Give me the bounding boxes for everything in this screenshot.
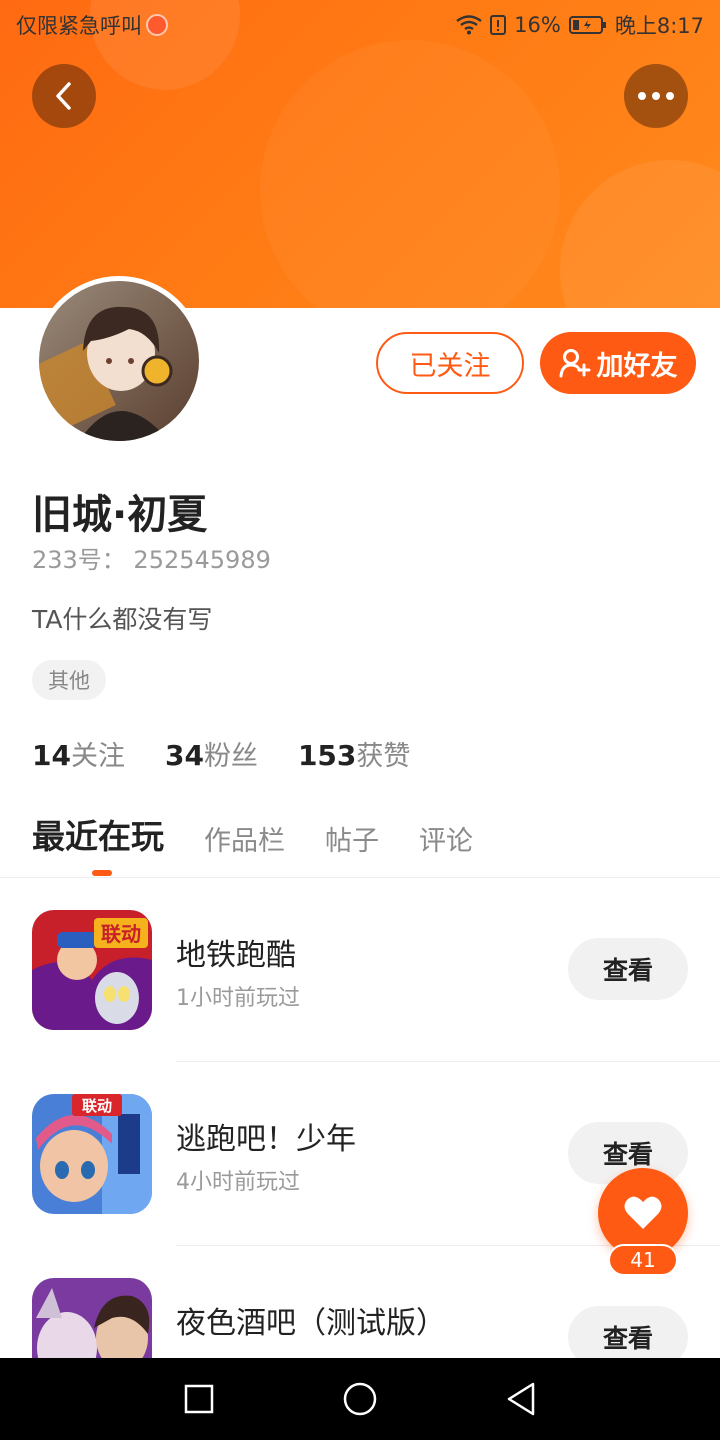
stat-label: 关注 — [70, 741, 125, 772]
carrier-text: 仅限紧急呼叫 — [16, 14, 142, 38]
game-icon-run-boy: 联动 — [32, 1094, 152, 1214]
stats-row: 14关注 34粉丝 153获赞 — [32, 734, 410, 773]
game-badge: 联动 — [101, 922, 141, 946]
avatar-image — [39, 281, 199, 441]
game-name: 逃跑吧！少年 — [176, 1122, 356, 1157]
sim-alert-icon — [490, 15, 507, 35]
clock-time: 晚上8:17 — [614, 14, 704, 38]
add-friend-label: 加好友 — [596, 350, 678, 382]
stat-following[interactable]: 14关注 — [32, 734, 125, 773]
tab-comments[interactable]: 评论 — [419, 819, 473, 868]
stat-fans[interactable]: 34粉丝 — [165, 734, 258, 773]
banner-decoration — [560, 160, 720, 308]
avatar[interactable] — [34, 276, 204, 446]
back-nav-icon[interactable] — [505, 1381, 537, 1417]
battery-percent: 16% — [514, 13, 561, 37]
game-last-played: 4小时前玩过 — [176, 1170, 300, 1195]
home-icon[interactable] — [342, 1381, 378, 1417]
stat-likes[interactable]: 153获赞 — [298, 734, 410, 773]
followed-button[interactable]: 已关注 — [376, 332, 524, 394]
tab-works[interactable]: 作品栏 — [204, 819, 285, 868]
stat-number: 153 — [297, 739, 357, 772]
more-dots-icon — [638, 92, 674, 100]
game-icon-subway-surfers: 联动 — [32, 910, 152, 1030]
recent-apps-icon[interactable] — [183, 1383, 215, 1415]
heart-icon — [624, 1196, 662, 1229]
system-nav-bar — [0, 1358, 720, 1440]
tab-recently-played[interactable]: 最近在玩 — [32, 810, 164, 876]
like-count-badge: 41 — [608, 1244, 678, 1276]
stat-number: 14 — [32, 739, 71, 772]
game-name: 地铁跑酷 — [176, 938, 296, 973]
bio-text: TA什么都没有写 — [32, 605, 213, 634]
add-friend-button[interactable]: 加好友 — [540, 332, 696, 394]
notification-icon — [146, 14, 168, 36]
game-badge: 联动 — [82, 1097, 112, 1115]
tab-active-indicator — [92, 870, 112, 876]
wifi-icon — [456, 15, 482, 35]
tab-label: 最近在玩 — [32, 817, 164, 856]
battery-icon — [568, 16, 606, 34]
game-last-played: 1小时前玩过 — [176, 986, 300, 1011]
tab-posts[interactable]: 帖子 — [325, 819, 379, 868]
add-user-icon — [559, 349, 590, 378]
username: 旧城·初夏 — [32, 492, 208, 538]
chevron-left-icon — [56, 82, 71, 110]
view-button[interactable]: 查看 — [568, 938, 688, 1000]
tab-label: 作品栏 — [204, 826, 285, 857]
status-bar: 仅限紧急呼叫 16% 晚上8:17 — [0, 0, 720, 50]
game-name: 夜色酒吧（测试版） — [176, 1306, 446, 1341]
tab-label: 评论 — [419, 826, 473, 857]
tab-label: 帖子 — [325, 826, 379, 857]
banner-decoration — [260, 40, 560, 308]
back-button[interactable] — [32, 64, 96, 128]
stat-label: 获赞 — [356, 741, 411, 772]
profile-tag: 其他 — [32, 660, 106, 700]
stat-number: 34 — [164, 739, 204, 772]
more-button[interactable] — [624, 64, 688, 128]
list-item[interactable]: 联动 地铁跑酷 1小时前玩过 查看 — [0, 878, 720, 1062]
profile-tabs: 最近在玩 作品栏 帖子 评论 — [32, 810, 473, 876]
user-id: 233号： 252545989 — [32, 546, 271, 574]
stat-label: 粉丝 — [203, 741, 258, 772]
